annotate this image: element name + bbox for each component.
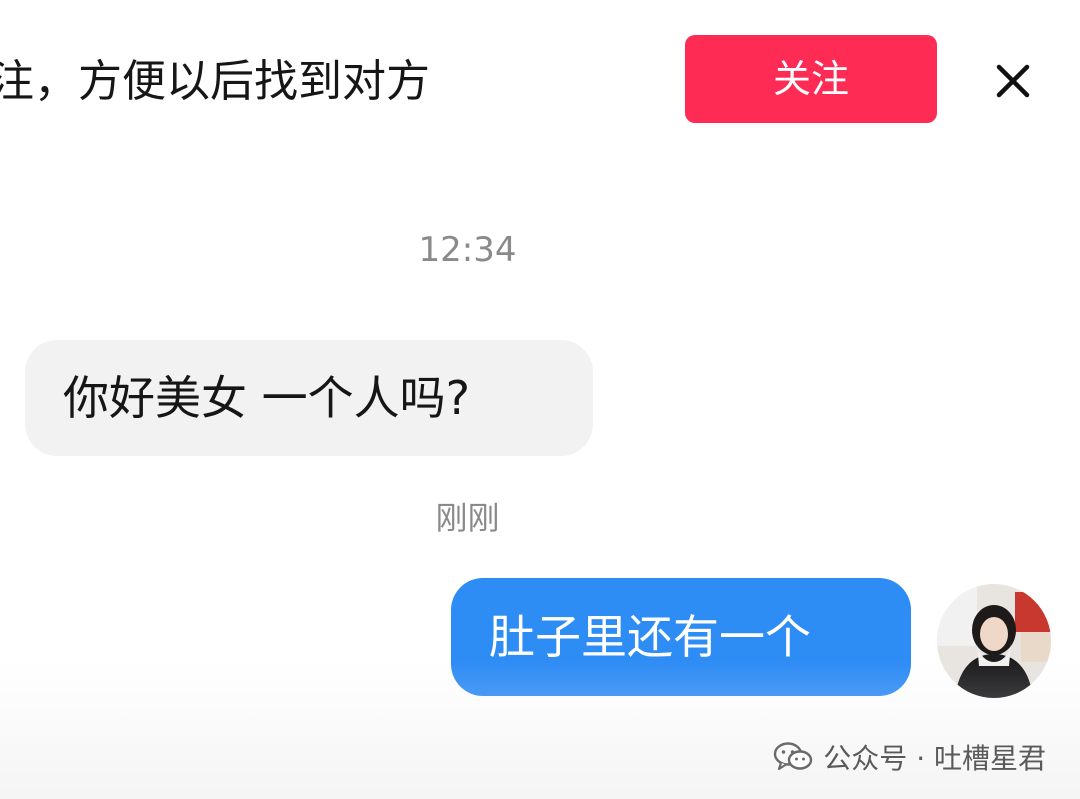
close-icon[interactable]: [990, 58, 1036, 104]
message-timestamp: 12:34: [418, 230, 517, 270]
watermark-text: 公众号 · 吐槽星君: [823, 742, 1046, 775]
wechat-icon: [773, 741, 813, 773]
follow-prompt-text: 注，方便以后找到对方: [0, 56, 430, 107]
received-message-bubble[interactable]: 你好美女 一个人吗?: [25, 340, 593, 456]
follow-button[interactable]: 关注: [685, 35, 937, 123]
watermark: 公众号 · 吐槽星君: [773, 735, 1046, 779]
follow-banner: 注，方便以后找到对方 关注: [0, 0, 1080, 160]
message-timestamp: 刚刚: [435, 499, 500, 537]
